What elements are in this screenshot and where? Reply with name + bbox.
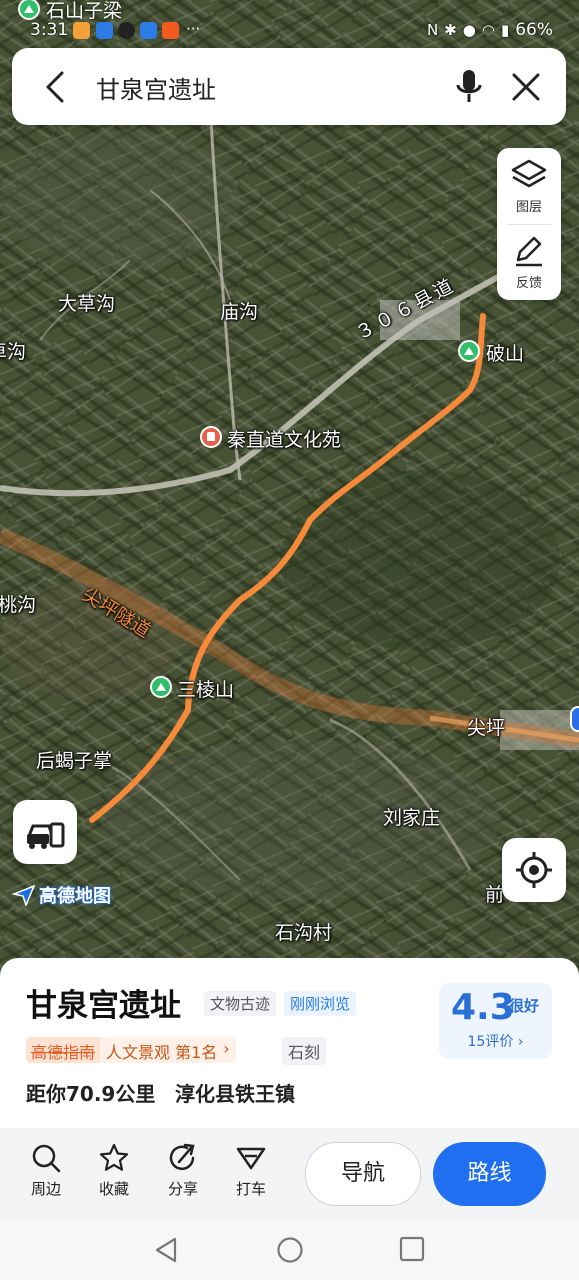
nearby-button[interactable]: 周边	[18, 1142, 74, 1199]
map-label-poshan[interactable]: 破山	[486, 339, 524, 366]
culture-poi-icon[interactable]	[200, 426, 222, 448]
notification-app-icon	[73, 22, 90, 39]
status-indicators: N ✱ ● ◠ ▮ 66%	[427, 20, 553, 40]
car-phone-icon	[27, 822, 65, 849]
map-tools-panel: 图层 反馈	[497, 148, 561, 300]
system-navigation-bar	[0, 1220, 579, 1280]
location-marker-icon	[570, 706, 579, 732]
driving-mode-button[interactable]	[13, 800, 77, 864]
microphone-icon[interactable]	[454, 68, 484, 106]
mountain-poi-icon[interactable]	[458, 340, 480, 362]
ranking-badge[interactable]: 高德指南 人文景观 第1名 ›	[26, 1037, 236, 1063]
action-bar: 周边 收藏 分享 打车 导航 路线	[0, 1128, 579, 1220]
nfc-icon: N	[426, 21, 439, 39]
bluetooth-icon: ✱	[444, 21, 457, 39]
review-count: 15评价	[467, 1034, 514, 1050]
share-label: 分享	[167, 1180, 198, 1198]
status-bar: 石山子梁 3:31 ··· N ✱ ● ◠ ▮ 66%	[0, 0, 579, 46]
rating-score: 4.3	[451, 987, 515, 1028]
layers-button[interactable]: 图层	[497, 148, 561, 224]
rating-word: 很好	[509, 997, 540, 1015]
notification-app-icon	[118, 22, 135, 39]
layers-label: 图层	[515, 200, 542, 215]
taobao-icon	[162, 22, 179, 39]
star-icon	[99, 1143, 129, 1171]
more-notifications-icon: ···	[186, 20, 201, 38]
share-icon	[169, 1143, 195, 1171]
signal-icon: ▮	[500, 21, 510, 39]
amap-logo: 高德地图	[12, 882, 111, 908]
system-recents-icon[interactable]	[399, 1236, 425, 1262]
taxi-button[interactable]: 打车	[223, 1142, 279, 1199]
chevron-right-icon: ›	[223, 1037, 236, 1063]
map-label-sanlingshan[interactable]: 三棱山	[177, 675, 234, 702]
map-label-shigoucun: 石沟村	[275, 922, 333, 944]
battery-level: 66%	[515, 20, 553, 40]
wifi-icon: ◠	[481, 21, 495, 39]
taxi-icon	[236, 1147, 266, 1170]
search-bar[interactable]: 甘泉宫遗址	[12, 48, 566, 125]
nearby-label: 周边	[30, 1180, 61, 1198]
map-label-liujiazhuang: 刘家庄	[383, 807, 441, 829]
satellite-map[interactable]: 大草沟 庙沟 卓沟 ３０６县道 破山 秦直道文化苑 桃沟 尖坪隧道 三棱山 后蝎…	[0, 0, 579, 990]
category-tag: 文物古迹	[204, 991, 277, 1016]
locate-me-button[interactable]	[502, 838, 566, 902]
search-query[interactable]: 甘泉宫遗址	[96, 70, 216, 105]
ranking-brand: 高德指南	[26, 1037, 101, 1063]
feedback-button[interactable]: 反馈	[497, 224, 561, 300]
place-title: 甘泉宫遗址	[26, 988, 181, 1024]
location-icon: ●	[462, 21, 476, 39]
feedback-label: 反馈	[515, 276, 542, 291]
mountain-poi-icon	[18, 0, 40, 20]
layers-icon	[511, 159, 547, 188]
navigate-button[interactable]: 导航	[305, 1142, 421, 1206]
crosshair-icon	[516, 852, 552, 888]
route-button[interactable]: 路线	[433, 1142, 546, 1206]
favorite-label: 收藏	[98, 1180, 129, 1198]
map-label-taogou: 桃沟	[0, 594, 37, 616]
ranking-text: 人文景观 第1名	[100, 1037, 224, 1063]
map-label-jianping: 尖坪	[467, 717, 506, 739]
status-time: 3:31	[30, 20, 69, 40]
taxi-label: 打车	[235, 1180, 266, 1198]
system-home-icon[interactable]	[276, 1236, 304, 1264]
stone-carving-tag: 石刻	[282, 1037, 327, 1065]
map-label-qinzhidao[interactable]: 秦直道文化苑	[227, 425, 341, 452]
address-text: 淳化县铁王镇	[175, 1082, 295, 1106]
close-icon[interactable]	[510, 71, 542, 103]
rating-box[interactable]: 4.3 很好 15评价 ›	[439, 983, 552, 1059]
favorite-button[interactable]: 收藏	[86, 1142, 142, 1199]
distance-text: 距你70.9公里	[26, 1082, 156, 1106]
review-count-link[interactable]: 15评价 ›	[439, 1031, 552, 1051]
map-label-dacaogou: 大草沟	[58, 293, 116, 315]
amap-logo-icon	[12, 884, 36, 906]
map-label-houxiezizhang: 后蝎子掌	[36, 750, 113, 772]
mountain-poi-icon[interactable]	[150, 676, 172, 698]
recently-viewed-tag: 刚刚浏览	[284, 991, 357, 1016]
back-arrow-icon[interactable]	[42, 70, 70, 104]
notification-app-icon	[140, 22, 157, 39]
system-back-icon[interactable]	[153, 1236, 179, 1264]
map-canvas[interactable]	[0, 0, 579, 990]
amap-logo-text: 高德地图	[39, 886, 111, 907]
search-icon	[32, 1144, 61, 1173]
map-label-edge-gou: 卓沟	[0, 341, 27, 363]
notification-app-icon	[96, 22, 113, 39]
map-label-miaogou: 庙沟	[220, 301, 259, 323]
share-button[interactable]: 分享	[155, 1142, 211, 1199]
edit-pen-icon	[516, 236, 542, 267]
